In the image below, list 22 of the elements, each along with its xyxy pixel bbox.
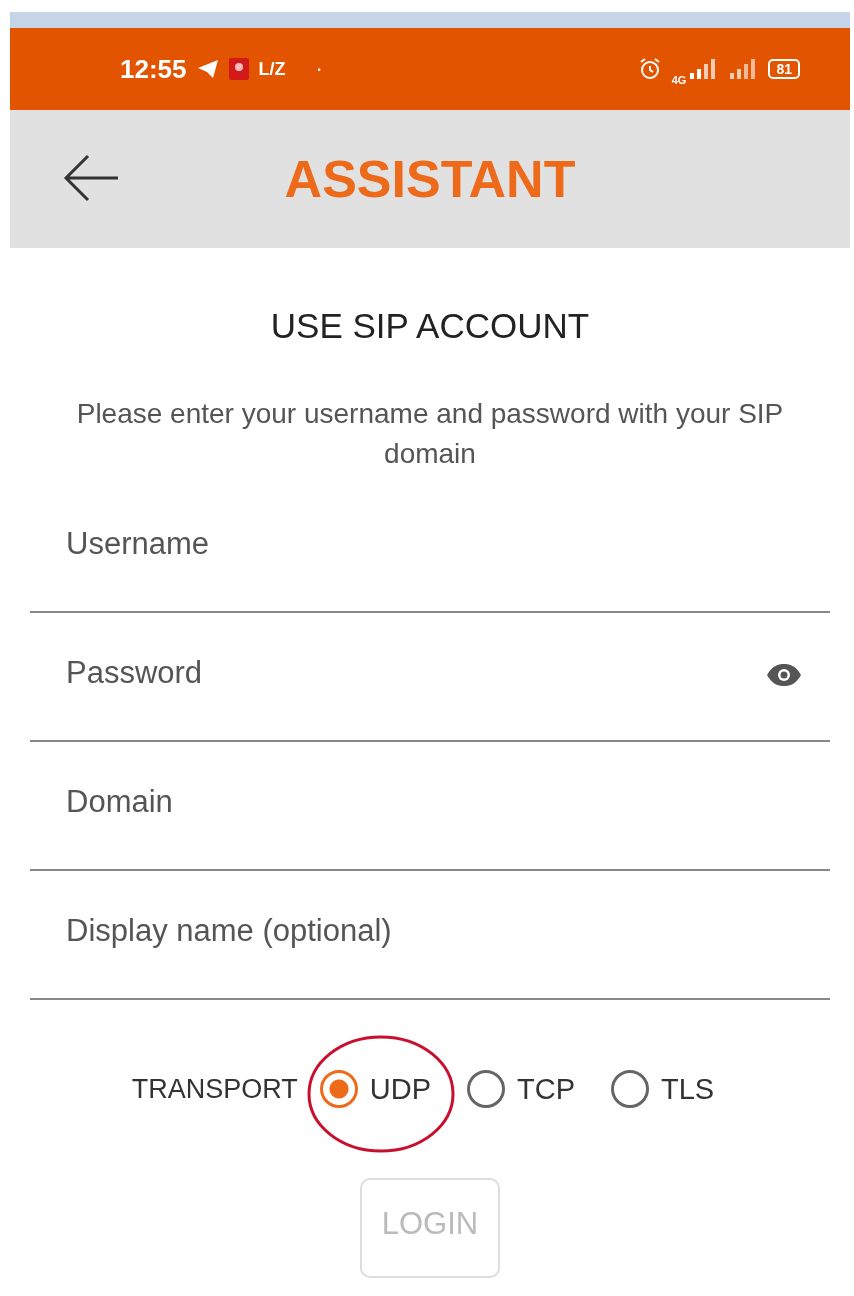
network-type: 4G <box>671 74 687 86</box>
section-heading: USE SIP ACCOUNT <box>270 306 590 346</box>
battery-level: 81 <box>768 59 800 79</box>
description-text: Please enter your username and password with your SIP domain <box>75 397 785 471</box>
paper-plane-icon <box>196 59 219 79</box>
transport-label: TRANSPORT <box>131 1073 298 1105</box>
input-field[interactable]: Password <box>30 654 830 699</box>
input-field[interactable]: Domain <box>30 783 830 828</box>
radio-button[interactable] <box>467 1070 506 1108</box>
clock-time: 12:55 <box>120 53 187 85</box>
radio-button[interactable] <box>611 1070 650 1108</box>
radio-label[interactable]: TLS <box>661 1072 715 1106</box>
notification-dot: · <box>315 56 323 82</box>
notification-text: L/Z <box>258 58 286 80</box>
radio-label[interactable]: UDP <box>369 1072 432 1106</box>
app-title: ASSISTANT <box>284 149 576 209</box>
radio-button[interactable] <box>319 1070 358 1108</box>
input-field[interactable]: Display name (optional) <box>30 912 830 957</box>
input-field[interactable]: Username <box>30 525 830 570</box>
radio-label[interactable]: TCP <box>517 1072 576 1106</box>
eye-icon[interactable] <box>766 663 802 687</box>
app-notification-icon <box>228 58 249 80</box>
